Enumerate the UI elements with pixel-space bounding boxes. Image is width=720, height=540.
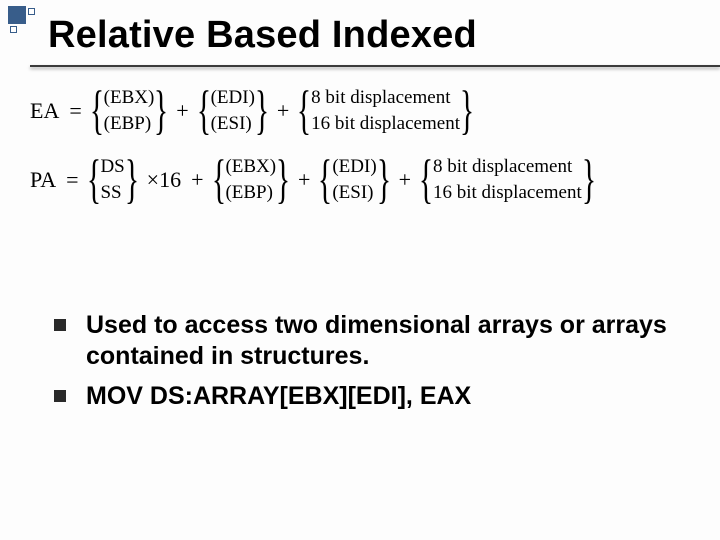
left-brace-icon: {: [211, 158, 225, 201]
ea-disp-opt2: 16 bit displacement: [311, 111, 460, 137]
equation-ea: EA = { (EBX) (EBP) } + { (EDI) (ESI) } +…: [30, 85, 700, 136]
slide-title: Relative Based Indexed: [48, 14, 477, 57]
pa-disp-opt1: 8 bit displacement: [433, 154, 582, 180]
ea-base-opt2: (EBP): [104, 111, 155, 137]
plus-sign: +: [296, 167, 312, 193]
pa-index-stack: (EDI) (ESI): [332, 154, 376, 205]
right-brace-icon: }: [255, 89, 269, 132]
deco-square-outline-2: [10, 26, 17, 33]
equals-sign: =: [67, 98, 83, 124]
left-brace-icon: {: [419, 158, 433, 201]
ea-base-opt1: (EBX): [104, 85, 155, 111]
right-brace-icon: }: [276, 158, 290, 201]
square-bullet-icon: [54, 319, 66, 331]
right-brace-icon: }: [154, 89, 168, 132]
slide-corner-decoration: [8, 6, 34, 32]
pa-base-opt1: (EBX): [225, 154, 276, 180]
ea-group-index: { (EDI) (ESI) }: [197, 85, 269, 136]
pa-base-stack: (EBX) (EBP): [225, 154, 276, 205]
pa-group-disp: { 8 bit displacement 16 bit displacement…: [419, 154, 596, 205]
bullet-text-1: Used to access two dimensional arrays or…: [86, 310, 686, 373]
left-brace-icon: {: [297, 89, 311, 132]
right-brace-icon: }: [582, 158, 596, 201]
pa-disp-stack: 8 bit displacement 16 bit displacement: [433, 154, 582, 205]
ea-group-disp: { 8 bit displacement 16 bit displacement…: [297, 85, 474, 136]
right-brace-icon: }: [460, 89, 474, 132]
pa-index-opt1: (EDI): [332, 154, 376, 180]
ea-index-stack: (EDI) (ESI): [211, 85, 255, 136]
pa-lhs: PA: [30, 167, 58, 193]
pa-group-seg: { DS SS }: [87, 154, 139, 205]
ea-base-stack: (EBX) (EBP): [104, 85, 155, 136]
bullet-text-2: MOV DS:ARRAY[EBX][EDI], EAX: [86, 381, 471, 412]
plus-sign: +: [189, 167, 205, 193]
plus-sign: +: [174, 98, 190, 124]
pa-seg-stack: DS SS: [100, 154, 124, 205]
ea-index-opt1: (EDI): [211, 85, 255, 111]
pa-group-base: { (EBX) (EBP) }: [212, 154, 291, 205]
deco-square-filled: [8, 6, 26, 24]
equals-sign: =: [64, 167, 80, 193]
list-item: Used to access two dimensional arrays or…: [54, 310, 686, 373]
pa-seg-opt2: SS: [100, 180, 124, 206]
pa-index-opt2: (ESI): [332, 180, 376, 206]
pa-seg-opt1: DS: [100, 154, 124, 180]
left-brace-icon: {: [90, 89, 104, 132]
ea-index-opt2: (ESI): [211, 111, 255, 137]
title-underline: [30, 65, 720, 67]
bullet-list: Used to access two dimensional arrays or…: [54, 310, 686, 420]
equation-pa: PA = { DS SS } ×16 + { (EBX) (EBP) } + {…: [30, 154, 700, 205]
ea-group-base: { (EBX) (EBP) }: [90, 85, 169, 136]
left-brace-icon: {: [197, 89, 211, 132]
right-brace-icon: }: [125, 158, 139, 201]
pa-base-opt2: (EBP): [225, 180, 276, 206]
deco-square-outline-1: [28, 8, 35, 15]
formula-block: EA = { (EBX) (EBP) } + { (EDI) (ESI) } +…: [30, 85, 700, 224]
ea-disp-opt1: 8 bit displacement: [311, 85, 460, 111]
ea-lhs: EA: [30, 98, 61, 124]
pa-disp-opt2: 16 bit displacement: [433, 180, 582, 206]
times-16: ×16: [145, 167, 183, 193]
plus-sign: +: [275, 98, 291, 124]
ea-disp-stack: 8 bit displacement 16 bit displacement: [311, 85, 460, 136]
list-item: MOV DS:ARRAY[EBX][EDI], EAX: [54, 381, 686, 412]
left-brace-icon: {: [318, 158, 332, 201]
pa-group-index: { (EDI) (ESI) }: [318, 154, 390, 205]
square-bullet-icon: [54, 390, 66, 402]
plus-sign: +: [397, 167, 413, 193]
left-brace-icon: {: [86, 158, 100, 201]
right-brace-icon: }: [377, 158, 391, 201]
